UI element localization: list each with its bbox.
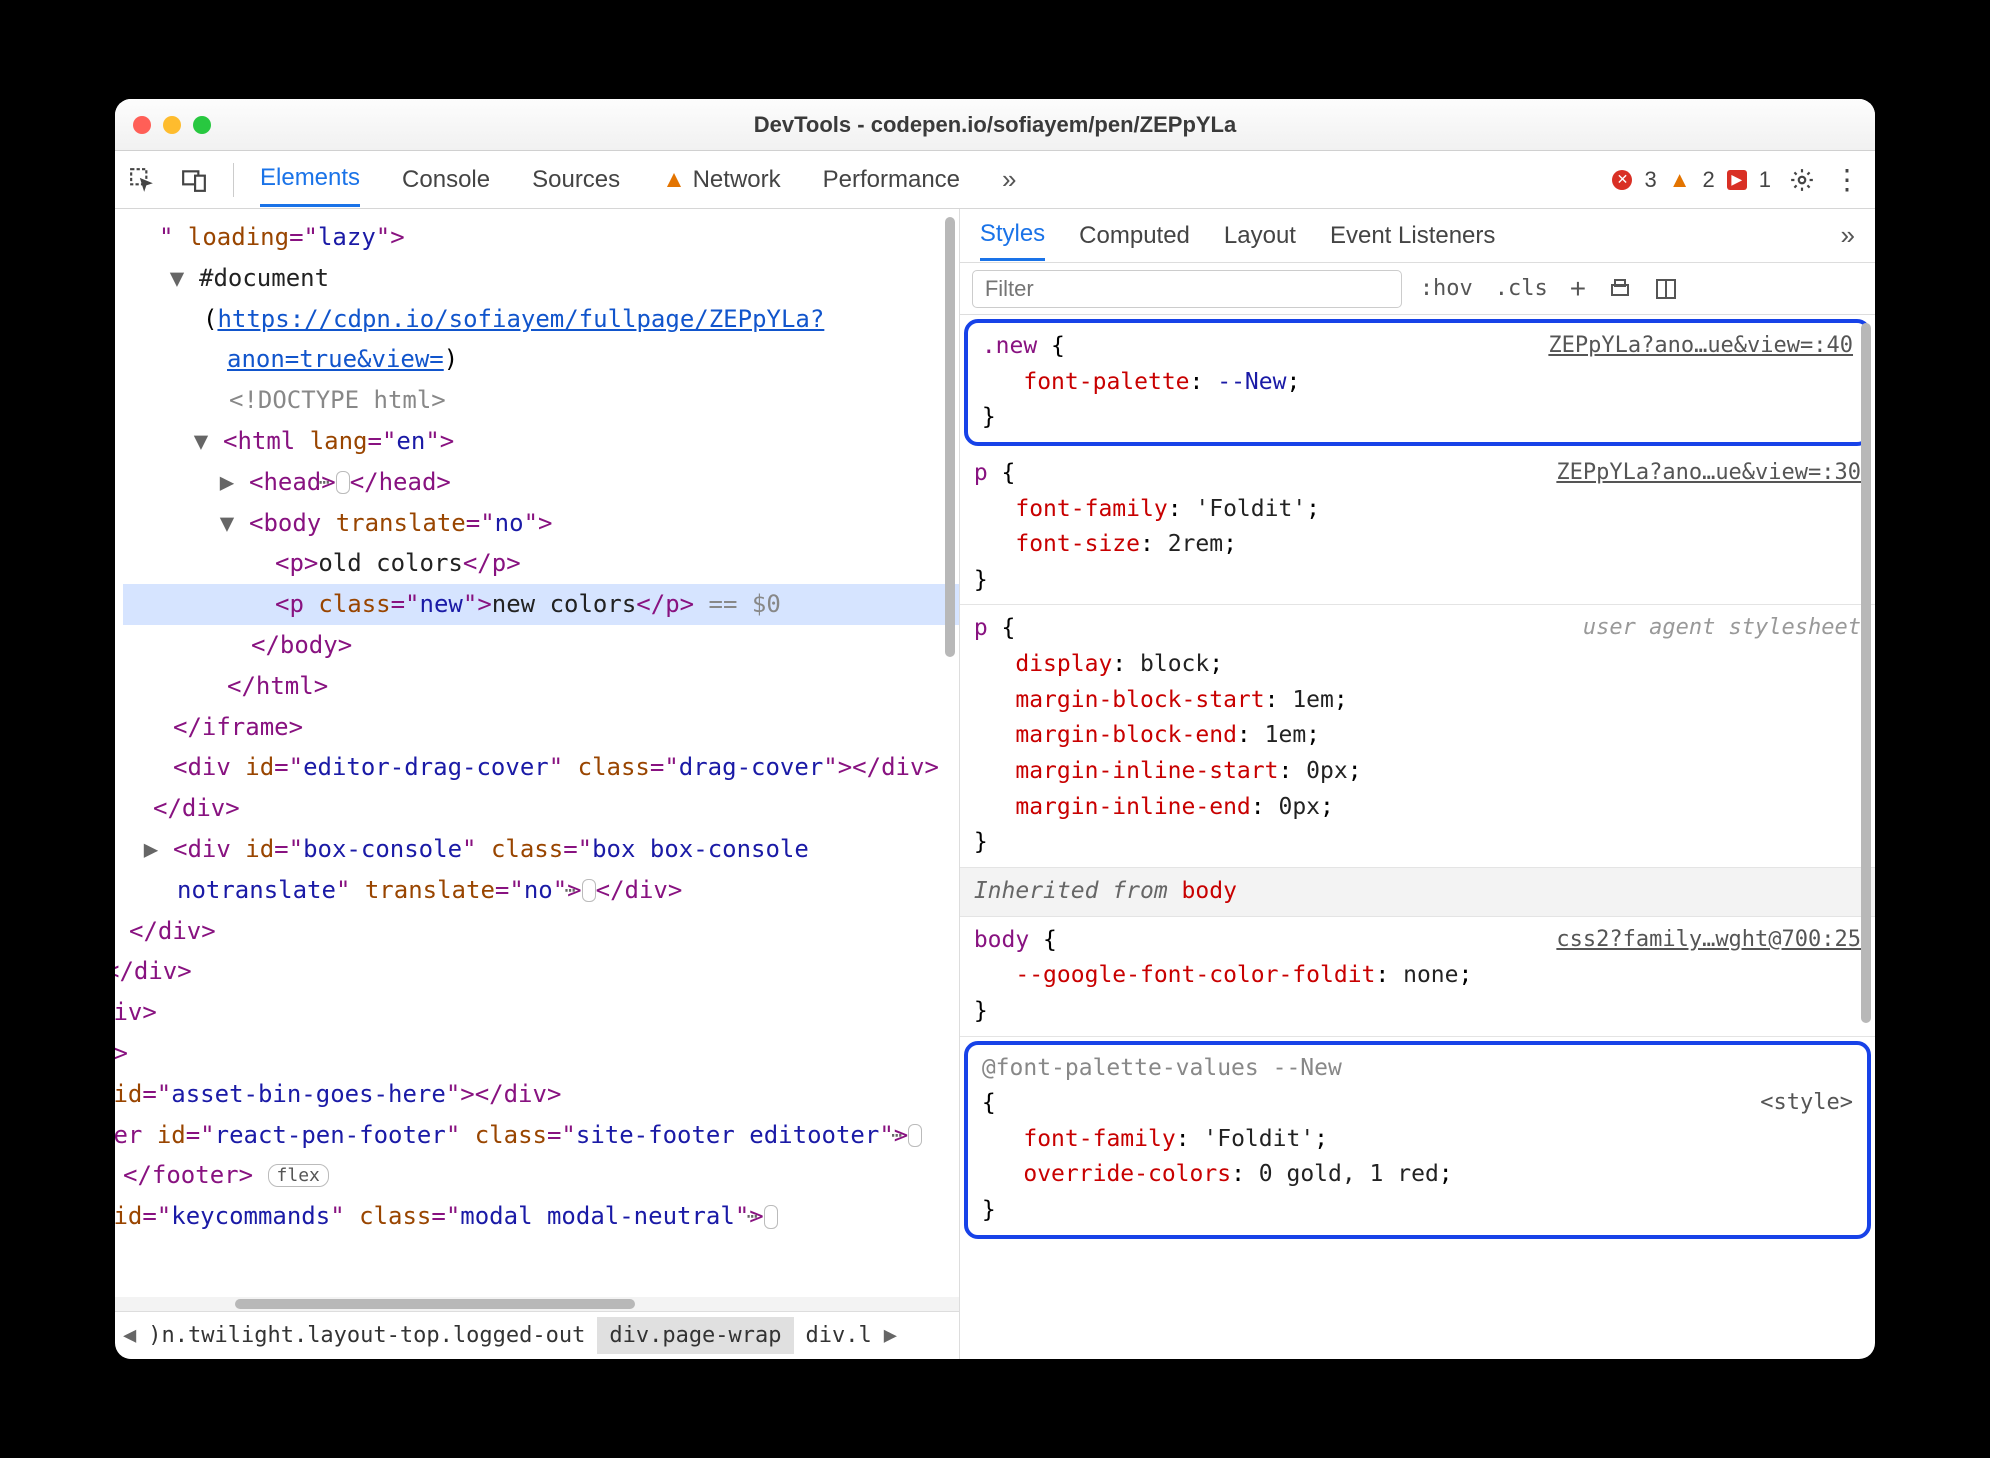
p2-text: new colors	[492, 590, 637, 618]
rule-new[interactable]: ZEPpYLa?ano…ue&view=:40 .new { font-pale…	[964, 319, 1871, 446]
footer-id: react-pen-footer	[215, 1121, 446, 1149]
tab-sources[interactable]: Sources	[532, 154, 620, 206]
rule-source-ua: user agent stylesheet	[1583, 611, 1861, 645]
rule-font-palette-values[interactable]: @font-palette-values --New <style> { fon…	[964, 1041, 1871, 1239]
prop-font-family: font-family	[1015, 496, 1167, 522]
titlebar: DevTools - codepen.io/sofiayem/pen/ZEPpY…	[115, 99, 1875, 151]
tab-layout[interactable]: Layout	[1224, 212, 1296, 260]
more-tabs-icon[interactable]: »	[1002, 164, 1016, 195]
rule-body[interactable]: css2?family…wght@700:25 body { --google-…	[960, 917, 1875, 1037]
error-icon: ✕	[1612, 170, 1632, 190]
tab-console[interactable]: Console	[402, 154, 490, 206]
filter-input[interactable]	[972, 270, 1402, 308]
side-more-icon[interactable]: »	[1841, 220, 1855, 251]
selected-node[interactable]: <p class="new">new colors</p> == $0	[123, 584, 959, 625]
doctype: <!DOCTYPE html>	[123, 380, 959, 421]
keycommands-class: modal modal-neutral	[460, 1202, 735, 1230]
attr-translate: no	[495, 509, 524, 537]
selector-p: p	[974, 460, 988, 486]
styles-panel: Styles Computed Layout Event Listeners »…	[960, 209, 1875, 1359]
attr-lang: en	[396, 427, 425, 455]
rule-p[interactable]: ZEPpYLa?ano…ue&view=:30 p { font-family:…	[960, 450, 1875, 606]
issue-count: 1	[1759, 167, 1771, 193]
at-rule-header: @font-palette-values --New	[982, 1051, 1853, 1087]
device-toggle-icon[interactable]	[181, 167, 207, 193]
elements-panel: " loading="lazy"> ▼#document (https://cd…	[115, 209, 960, 1359]
prop-font-size: font-size	[1015, 531, 1140, 557]
tab-performance[interactable]: Performance	[823, 154, 960, 206]
asset-bin-id: asset-bin-goes-here	[171, 1080, 446, 1108]
kebab-menu-icon[interactable]: ⋮	[1833, 163, 1861, 196]
tab-event-listeners[interactable]: Event Listeners	[1330, 212, 1495, 260]
prop-font-palette: font-palette	[1023, 369, 1189, 395]
maximize-button[interactable]	[193, 116, 211, 134]
minimize-button[interactable]	[163, 116, 181, 134]
footer-class: site-footer editooter	[576, 1121, 879, 1149]
selector-body: body	[974, 927, 1029, 953]
val-new[interactable]: --New	[1217, 369, 1286, 395]
warning-count: 2	[1703, 167, 1715, 193]
error-count: 3	[1644, 167, 1656, 193]
inspect-icon[interactable]	[129, 167, 155, 193]
computed-pane-icon[interactable]	[1654, 277, 1678, 301]
ellipsis-icon[interactable]: ⋯	[582, 879, 596, 903]
flex-badge[interactable]: flex	[268, 1164, 329, 1187]
iframe-url-link[interactable]: https://cdpn.io/sofiayem/fullpage/ZEPpYL…	[217, 305, 824, 374]
styles-toolbar: :hov .cls +	[960, 263, 1875, 315]
tab-computed[interactable]: Computed	[1079, 212, 1190, 260]
prop-custom: --google-font-color-foldit	[1015, 962, 1375, 988]
styles-rules[interactable]: ZEPpYLa?ano…ue&view=:40 .new { font-pale…	[960, 315, 1875, 1359]
dom-hscrollbar[interactable]	[115, 1297, 959, 1311]
hov-toggle[interactable]: :hov	[1420, 276, 1473, 301]
rule-source-link[interactable]: css2?family…wght@700:25	[1556, 923, 1861, 957]
dom-tree[interactable]: " loading="lazy"> ▼#document (https://cd…	[115, 209, 959, 1297]
attr-loading: lazy	[318, 223, 376, 251]
box-console-id: box-console	[303, 835, 462, 863]
keycommands-id: keycommands	[171, 1202, 330, 1230]
selector-p-ua: p	[974, 615, 988, 641]
tab-styles[interactable]: Styles	[980, 210, 1045, 261]
traffic-lights	[133, 116, 211, 134]
breadcrumb: ◀ )n.twilight.layout-top.logged-out div.…	[115, 1311, 959, 1359]
window-title: DevTools - codepen.io/sofiayem/pen/ZEPpY…	[115, 112, 1875, 138]
drag-cover-id: editor-drag-cover	[303, 753, 549, 781]
main-toolbar: Elements Console Sources ▲ Network Perfo…	[115, 151, 1875, 209]
close-button[interactable]	[133, 116, 151, 134]
drag-cover-class: drag-cover	[679, 753, 824, 781]
tab-network-label: Network	[693, 166, 781, 193]
box-console-translate: no	[524, 876, 553, 904]
crumb-1[interactable]: )n.twilight.layout-top.logged-out	[136, 1317, 597, 1354]
ellipsis-icon[interactable]: ⋯	[336, 471, 350, 495]
dom-scrollbar[interactable]	[945, 217, 955, 657]
main-area: " loading="lazy"> ▼#document (https://cd…	[115, 209, 1875, 1359]
breadcrumb-right-icon[interactable]: ▶	[884, 1323, 897, 1348]
breadcrumb-left-icon[interactable]: ◀	[123, 1323, 136, 1348]
issue-icon: ▶	[1727, 170, 1747, 190]
new-style-icon[interactable]: +	[1570, 273, 1586, 305]
devtools-window: DevTools - codepen.io/sofiayem/pen/ZEPpY…	[115, 99, 1875, 1359]
rule-source-style[interactable]: <style>	[1760, 1086, 1853, 1120]
side-tabs: Styles Computed Layout Event Listeners »	[960, 209, 1875, 263]
status-icons[interactable]: ✕ 3 ▲ 2 ▶ 1	[1612, 167, 1771, 193]
rule-source-link[interactable]: ZEPpYLa?ano…ue&view=:30	[1556, 456, 1861, 490]
panel-tabs: Elements Console Sources ▲ Network Perfo…	[260, 152, 1586, 207]
rule-p-ua[interactable]: user agent stylesheet p { display: block…	[960, 605, 1875, 867]
p1-text: old colors	[318, 549, 463, 577]
selector-new: .new	[982, 333, 1037, 359]
settings-icon[interactable]	[1789, 167, 1815, 193]
ellipsis-icon[interactable]: ⋯	[764, 1205, 778, 1229]
inherited-label: Inherited from body	[960, 868, 1875, 917]
ellipsis-icon[interactable]: ⋯	[908, 1124, 922, 1148]
crumb-3[interactable]: div.l	[794, 1317, 884, 1354]
print-icon[interactable]	[1608, 277, 1632, 301]
styles-scrollbar[interactable]	[1861, 323, 1871, 1023]
rule-source-link[interactable]: ZEPpYLa?ano…ue&view=:40	[1548, 329, 1853, 363]
cls-toggle[interactable]: .cls	[1495, 276, 1548, 301]
tab-network[interactable]: ▲ Network	[662, 154, 780, 206]
crumb-2[interactable]: div.page-wrap	[597, 1317, 793, 1354]
warning-icon: ▲	[1669, 167, 1691, 193]
dollar-zero: == $0	[709, 590, 781, 618]
attr-class-new: new	[420, 590, 463, 618]
tab-elements[interactable]: Elements	[260, 152, 360, 207]
